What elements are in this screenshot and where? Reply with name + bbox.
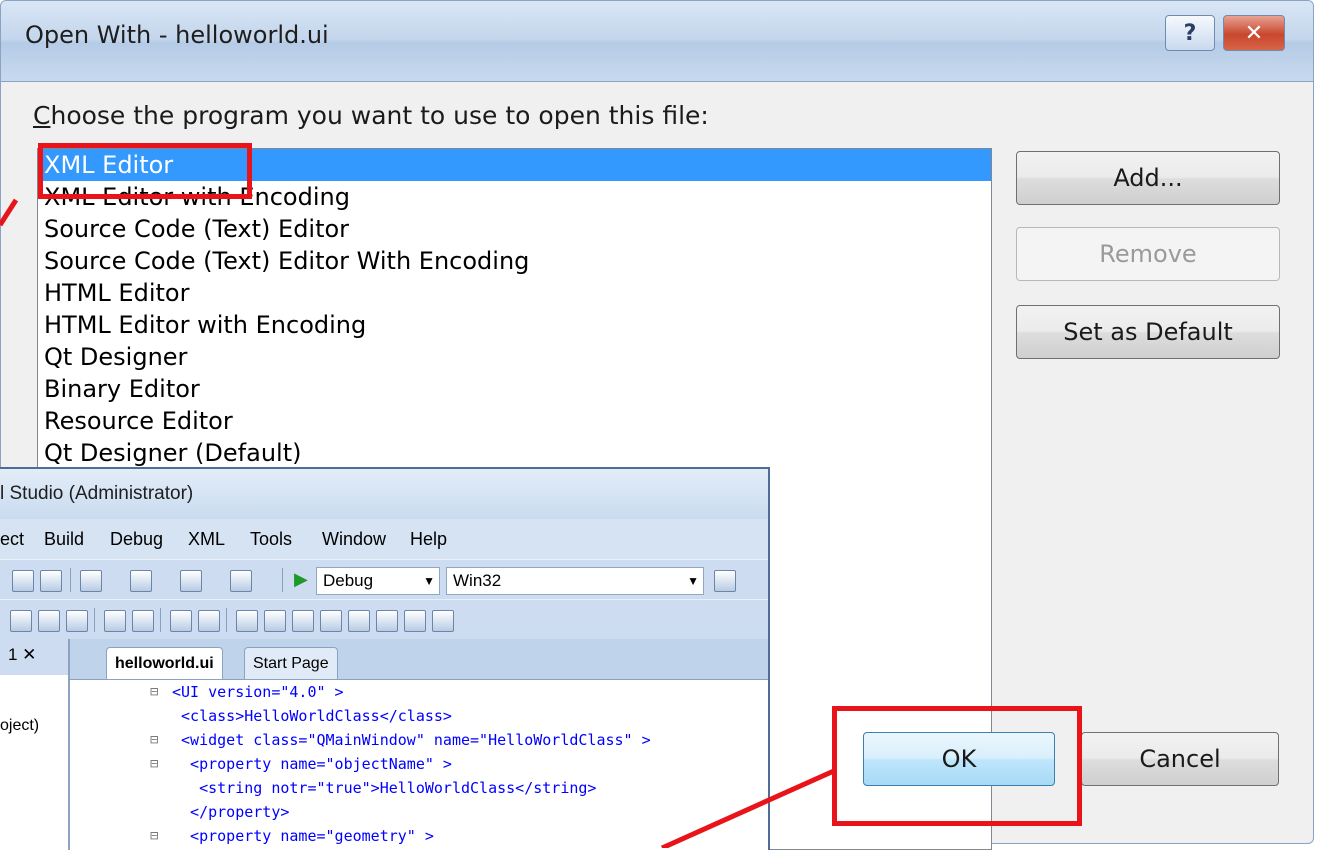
- annotation-line: [0, 198, 19, 227]
- annotation-line: [660, 767, 838, 848]
- annotation-arrows: [0, 198, 838, 848]
